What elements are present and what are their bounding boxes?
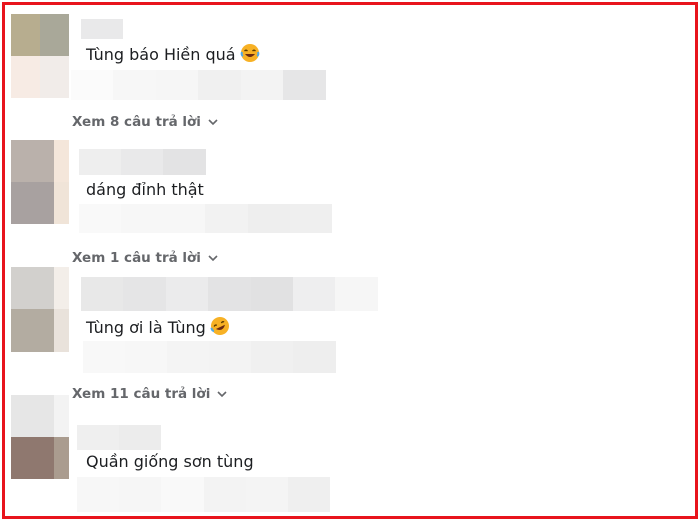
chevron-down-icon [208,255,218,262]
view-replies-link[interactable]: Xem 8 câu trả lời [72,113,219,131]
avatar[interactable] [11,140,69,224]
comment-text: Tùng báo Hiền quá [86,43,260,68]
avatar[interactable] [11,14,69,98]
avatar[interactable] [11,267,69,352]
chevron-down-icon [208,119,218,126]
rofl-emoji [210,316,230,341]
laughing-tears-emoji [240,43,260,68]
chevron-down-icon [217,391,227,398]
avatar[interactable] [11,395,69,479]
comment-text: dáng đỉnh thật [86,180,204,199]
comment-text: Tùng ơi là Tùng [86,316,230,341]
author-name-blurred[interactable] [81,19,123,39]
comment-text: Quần giống sơn tùng [86,452,254,471]
view-replies-link[interactable]: Xem 1 câu trả lời [72,249,219,267]
view-replies-link[interactable]: Xem 11 câu trả lời [72,385,228,403]
